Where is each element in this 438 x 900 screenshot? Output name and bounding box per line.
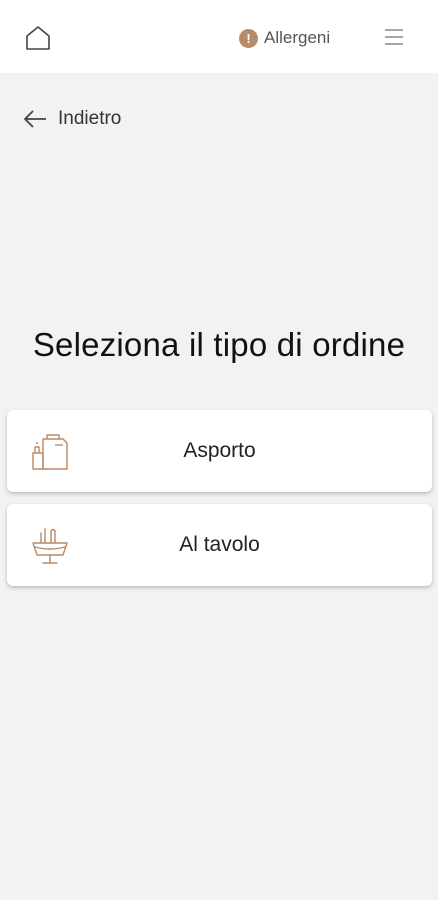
exclamation-circle-icon: ! [239, 28, 258, 48]
hamburger-menu-icon [385, 29, 403, 45]
home-button[interactable] [24, 24, 52, 52]
menu-button[interactable] [383, 26, 405, 48]
back-button[interactable]: Indietro [22, 106, 121, 132]
option-takeaway-label: Asporto [183, 439, 256, 462]
option-table-label: Al tavolo [179, 533, 260, 556]
arrow-left-icon [24, 110, 46, 128]
allergens-button[interactable]: ! Allergeni [239, 26, 330, 50]
option-table-button[interactable]: Al tavolo [7, 504, 432, 586]
top-bar: ! Allergeni [0, 0, 438, 73]
option-takeaway-button[interactable]: Asporto [7, 410, 432, 492]
home-icon [26, 26, 50, 50]
allergens-label: Allergeni [264, 28, 331, 47]
page-title: Seleziona il tipo di ordine [32, 326, 406, 363]
back-label: Indietro [58, 108, 122, 129]
